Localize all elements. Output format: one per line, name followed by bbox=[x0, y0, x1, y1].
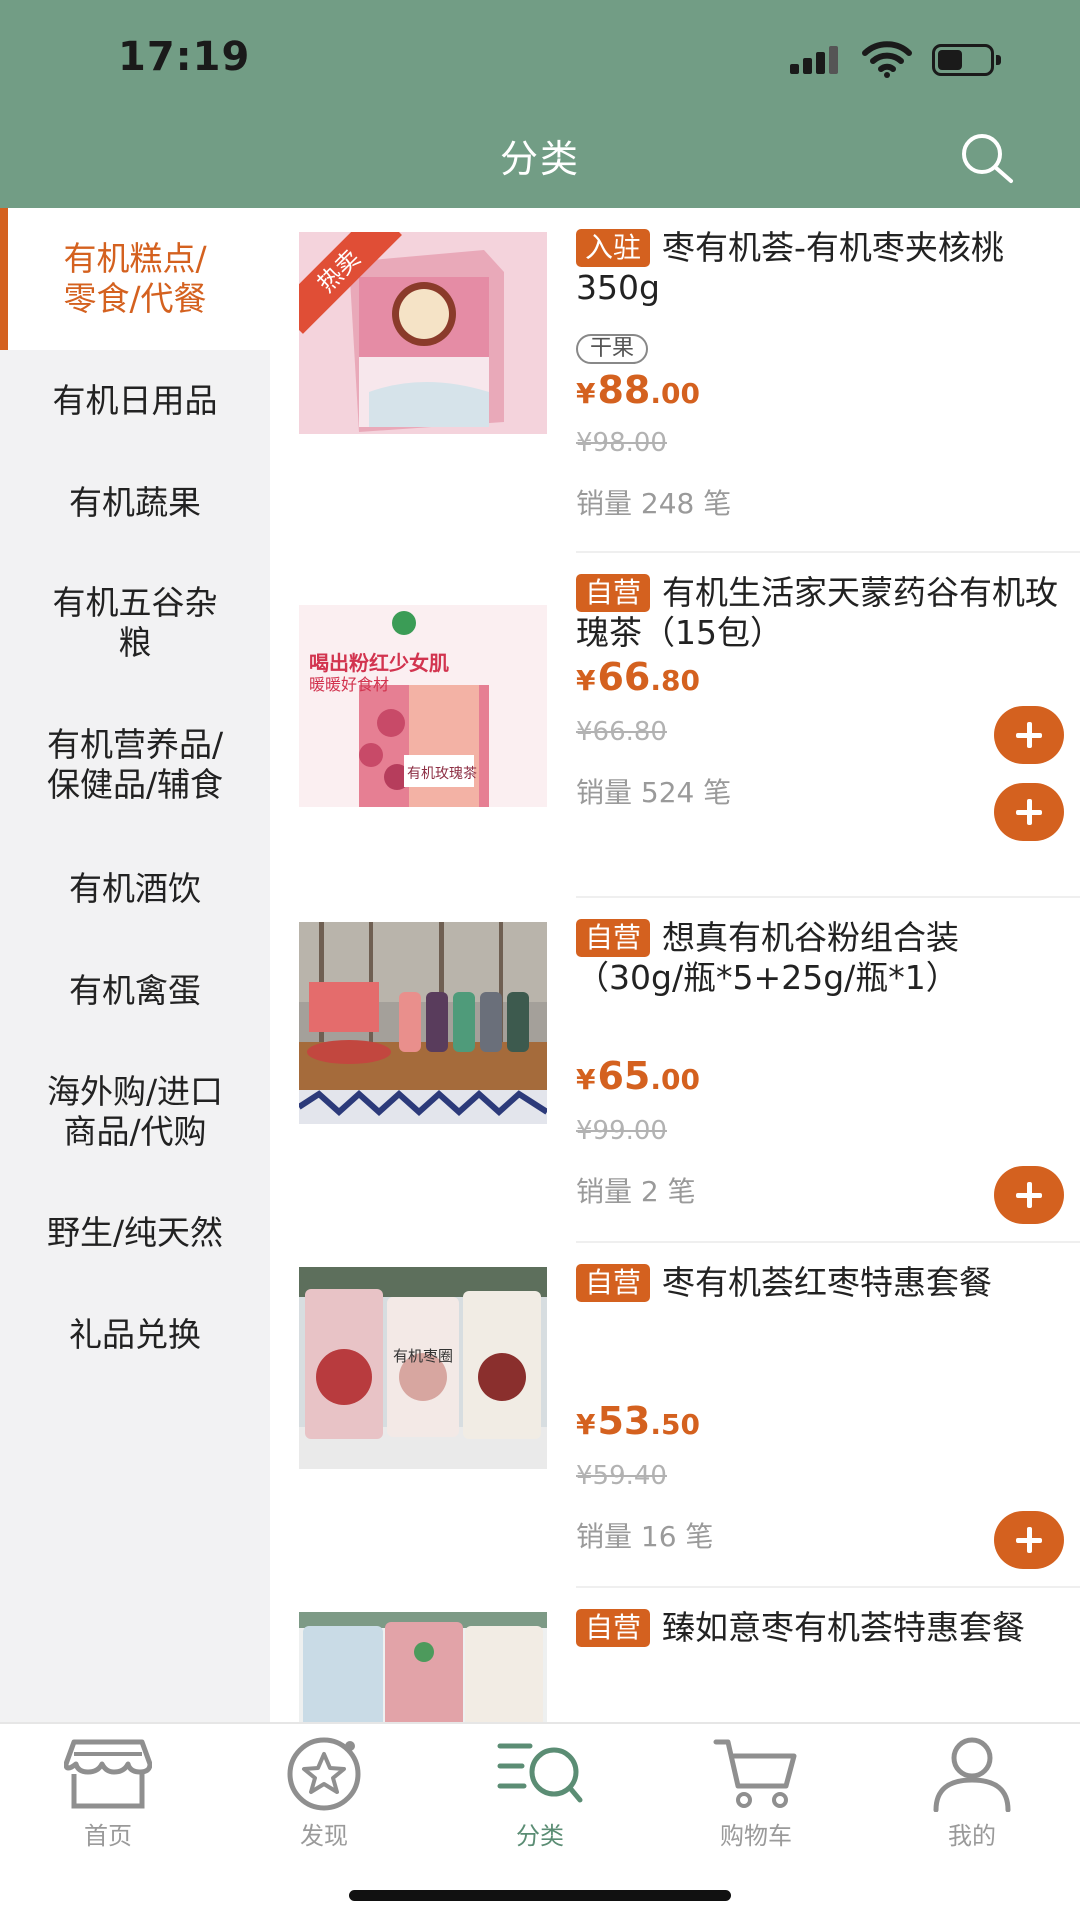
sidebar-item-wild-natural[interactable]: 野生/纯天然 bbox=[0, 1182, 270, 1284]
original-price: ¥59.40 bbox=[576, 1461, 667, 1491]
sidebar-item-drinks[interactable]: 有机酒饮 bbox=[0, 838, 270, 940]
search-icon[interactable] bbox=[958, 130, 1018, 184]
original-price: ¥98.00 bbox=[576, 428, 667, 458]
category-sidebar: 有机糕点/ 零食/代餐 有机日用品 有机蔬果 有机五谷杂 粮 有机营养品/ 保健… bbox=[0, 208, 270, 1722]
product-price: ¥53.50 bbox=[576, 1399, 700, 1443]
product-list: 热卖 入驻 枣有机荟-有机枣夹核桃350g 干果 ¥88.00 ¥98.00 销量… bbox=[270, 208, 1080, 1722]
product-title: 入驻 枣有机荟-有机枣夹核桃350g bbox=[576, 228, 1066, 308]
shop-badge: 自营 bbox=[576, 1264, 651, 1302]
sidebar-item-gift-exchange[interactable]: 礼品兑换 bbox=[0, 1284, 270, 1386]
battery-icon bbox=[932, 44, 1002, 76]
product-title: 自营 枣有机荟红枣特惠套餐 bbox=[576, 1263, 1066, 1303]
product-card[interactable]: 热卖 入驻 枣有机荟-有机枣夹核桃350g 干果 ¥88.00 ¥98.00 销量… bbox=[270, 208, 1080, 764]
tab-label: 发现 bbox=[300, 1822, 348, 1850]
product-price: ¥66.80 bbox=[576, 655, 700, 699]
tab-discover[interactable]: 发现 bbox=[216, 1732, 432, 1852]
image-caption: 暖暖好食材 bbox=[309, 675, 390, 694]
product-title: 自营 有机生活家天蒙药谷有机玫瑰茶（15包） bbox=[576, 573, 1066, 653]
product-price: ¥65.00 bbox=[576, 1054, 700, 1098]
signal-icon bbox=[790, 46, 844, 74]
tab-label: 购物车 bbox=[720, 1822, 792, 1850]
product-image[interactable]: 热卖 bbox=[299, 232, 547, 434]
tab-label: 我的 bbox=[948, 1822, 996, 1850]
category-tag: 干果 bbox=[576, 334, 649, 364]
product-image[interactable] bbox=[299, 922, 547, 1124]
product-card[interactable]: 喝出粉红少女肌 暖暖好食材 有机玫瑰茶 自营 有机生活家天蒙药谷有机玫瑰茶（15包… bbox=[270, 553, 1080, 898]
person-icon bbox=[933, 1737, 1011, 1812]
original-price: ¥99.00 bbox=[576, 1116, 667, 1146]
category-search-icon bbox=[497, 1743, 583, 1803]
star-circle-icon bbox=[287, 1737, 361, 1811]
sidebar-item-overseas[interactable]: 海外购/进口 商品/代购 bbox=[0, 1042, 270, 1182]
shop-badge: 自营 bbox=[576, 919, 651, 957]
original-price: ¥66.80 bbox=[576, 717, 667, 747]
status-time: 17:19 bbox=[118, 34, 251, 80]
add-to-cart-button[interactable] bbox=[994, 783, 1064, 841]
tab-home[interactable]: 首页 bbox=[0, 1732, 216, 1852]
sales-count: 销量 524 笔 bbox=[576, 776, 732, 809]
product-card[interactable]: 自营 想真有机谷粉组合装（30g/瓶*5+25g/瓶*1） ¥65.00 ¥99.… bbox=[270, 898, 1080, 1243]
add-to-cart-button[interactable] bbox=[994, 1166, 1064, 1224]
wifi-icon bbox=[862, 41, 912, 78]
sales-count: 销量 16 笔 bbox=[576, 1520, 714, 1553]
product-card[interactable]: 自营 臻如意枣有机荟特惠套餐 bbox=[270, 1588, 1080, 1722]
shop-badge: 入驻 bbox=[576, 229, 651, 267]
store-icon bbox=[64, 1739, 152, 1809]
product-title: 自营 想真有机谷粉组合装（30g/瓶*5+25g/瓶*1） bbox=[576, 918, 1066, 998]
sales-count: 销量 248 笔 bbox=[576, 487, 732, 520]
sidebar-item-nutrition[interactable]: 有机营养品/ 保健品/辅食 bbox=[0, 692, 270, 838]
tab-label: 首页 bbox=[84, 1822, 132, 1850]
sidebar-item-snacks[interactable]: 有机糕点/ 零食/代餐 bbox=[0, 208, 270, 350]
product-image[interactable]: 有机枣圈 bbox=[299, 1267, 547, 1469]
sidebar-item-grains[interactable]: 有机五谷杂 粮 bbox=[0, 554, 270, 692]
cart-icon bbox=[713, 1739, 797, 1808]
product-name: 臻如意枣有机荟特惠套餐 bbox=[662, 1608, 1026, 1647]
product-card[interactable]: 有机枣圈 自营 枣有机荟红枣特惠套餐 ¥53.50 ¥59.40 销量 16 笔 bbox=[270, 1243, 1080, 1588]
add-to-cart-button[interactable] bbox=[994, 1511, 1064, 1569]
shop-badge: 自营 bbox=[576, 1609, 651, 1647]
product-title: 自营 臻如意枣有机荟特惠套餐 bbox=[576, 1608, 1066, 1648]
product-image[interactable]: 喝出粉红少女肌 暖暖好食材 有机玫瑰茶 bbox=[299, 605, 547, 807]
tab-category[interactable]: 分类 bbox=[432, 1732, 648, 1852]
image-caption: 有机玫瑰茶 bbox=[407, 766, 477, 782]
sidebar-item-poultry-eggs[interactable]: 有机禽蛋 bbox=[0, 940, 270, 1042]
product-name: 枣有机荟红枣特惠套餐 bbox=[662, 1263, 993, 1302]
image-caption: 有机枣圈 bbox=[393, 1347, 454, 1365]
sales-count: 销量 2 笔 bbox=[576, 1175, 696, 1208]
page-title: 分类 bbox=[499, 137, 580, 181]
shop-badge: 自营 bbox=[576, 574, 651, 612]
sidebar-item-fruit-veg[interactable]: 有机蔬果 bbox=[0, 452, 270, 554]
tab-label: 分类 bbox=[516, 1822, 564, 1850]
product-image[interactable] bbox=[299, 1612, 547, 1722]
tab-profile[interactable]: 我的 bbox=[864, 1732, 1080, 1852]
sidebar-item-daily-goods[interactable]: 有机日用品 bbox=[0, 350, 270, 452]
home-indicator bbox=[349, 1890, 731, 1901]
header: 17:19 分类 bbox=[0, 0, 1080, 208]
tab-cart[interactable]: 购物车 bbox=[648, 1732, 864, 1852]
product-price: ¥88.00 bbox=[576, 368, 700, 412]
